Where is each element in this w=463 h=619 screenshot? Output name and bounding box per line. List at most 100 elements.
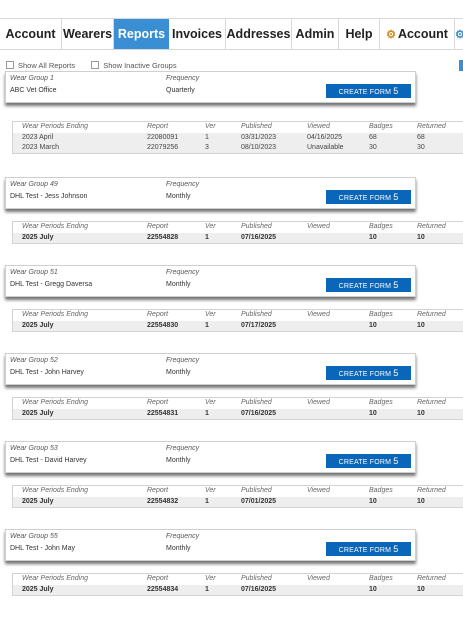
create-form-button[interactable]: CREATE FORM 5	[326, 190, 411, 204]
table-cell: 22554830	[147, 322, 179, 329]
frequency-value: Monthly	[166, 457, 191, 464]
table-header-row: Wear Periods Ending Report Ver Published Vie…	[13, 398, 463, 409]
tab-addresses[interactable]: Addresses	[226, 19, 292, 49]
account-menu[interactable]: ⚙ Account	[380, 19, 455, 49]
table-cell: 22554831	[147, 410, 179, 417]
wear-group-name: DHL Test - John Harvey	[10, 369, 84, 376]
column-header: Badges	[369, 399, 393, 406]
create-form-count: 5	[393, 456, 399, 466]
table-cell: 3	[205, 144, 209, 151]
table-cell: 2023 April	[22, 134, 54, 141]
column-header: Viewed	[307, 311, 330, 318]
wear-group-card: Wear Group 51 DHL Test - Gregg Daversa Fre…	[5, 265, 416, 297]
column-header: Returned	[417, 123, 446, 130]
table-cell: 07/17/2025	[241, 322, 277, 329]
wear-group-card: Wear Group 53 DHL Test - David Harvey Freq…	[5, 441, 416, 473]
show-inactive-groups-option[interactable]: Show Inactive Groups	[91, 61, 177, 70]
column-header: Published	[241, 223, 272, 230]
tab-account[interactable]: Account	[0, 19, 62, 49]
create-form-button[interactable]: CREATE FORM 5	[326, 366, 411, 380]
table-cell: 2025 July	[22, 586, 54, 593]
column-header: Wear Periods Ending	[22, 487, 89, 494]
table-cell: 1	[205, 410, 209, 417]
table-cell: 1	[205, 586, 209, 593]
column-header: Ver	[205, 223, 216, 230]
frequency-label: Frequency	[166, 445, 200, 452]
table-cell: 03/31/2023	[241, 134, 277, 141]
table-cell: 10	[369, 586, 377, 593]
show-inactive-groups-checkbox[interactable]	[91, 61, 100, 69]
wear-group-title: Wear Group 49	[10, 181, 58, 188]
tab-wearers[interactable]: Wearers	[62, 19, 114, 49]
overflow-tab[interactable]: ⚙	[455, 19, 463, 49]
table-cell: 10	[417, 234, 425, 241]
column-header: Returned	[417, 487, 446, 494]
frequency-label: Frequency	[166, 181, 200, 188]
table-cell: 07/16/2025	[241, 586, 277, 593]
wear-group-title: Wear Group 1	[10, 75, 54, 82]
column-header: Published	[241, 575, 272, 582]
table-cell: 30	[369, 144, 377, 151]
table-cell: 10	[417, 586, 425, 593]
wear-group-card: Wear Group 55 DHL Test - John May Frequenc…	[5, 529, 416, 561]
table-cell: 07/16/2025	[241, 410, 277, 417]
show-all-reports-checkbox[interactable]	[6, 61, 14, 69]
table-row[interactable]: 2023 March 22079256 3 08/10/2023 Unavailable…	[13, 143, 463, 153]
column-header: Badges	[369, 575, 393, 582]
create-form-button[interactable]: CREATE FORM 5	[326, 454, 411, 468]
table-cell: 10	[369, 410, 377, 417]
settings-icon: ⚙	[455, 29, 463, 41]
wear-group-card: Wear Group 49 DHL Test - Jess Johnson Freq…	[5, 177, 416, 209]
table-cell: 22554828	[147, 234, 179, 241]
wear-group-card: Wear Group 1 ABC Vet Office Frequency Quart…	[5, 71, 416, 103]
column-header: Badges	[369, 223, 393, 230]
column-header: Returned	[417, 223, 446, 230]
frequency-value: Monthly	[166, 193, 191, 200]
create-form-count: 5	[393, 86, 399, 96]
account-icon: ⚙	[386, 29, 396, 41]
create-form-label: CREATE FORM	[338, 371, 392, 378]
frequency-label: Frequency	[166, 533, 200, 540]
column-header: Viewed	[307, 487, 330, 494]
main-nav: Account Wearers Reports Invoices Address…	[0, 18, 463, 50]
column-header: Report	[147, 223, 169, 230]
table-row[interactable]: 2025 July 22554828 1 07/16/2025 10 10	[13, 233, 463, 243]
table-cell: 10	[369, 498, 377, 505]
table-row[interactable]: 2025 July 22554832 1 07/01/2025 10 10	[13, 497, 463, 507]
column-header: Published	[241, 311, 272, 318]
tab-help[interactable]: Help	[339, 19, 380, 49]
frequency-label: Frequency	[166, 269, 200, 276]
create-form-button[interactable]: CREATE FORM 5	[326, 84, 411, 98]
side-panel-tab[interactable]	[459, 60, 463, 71]
tab-admin[interactable]: Admin	[292, 19, 339, 49]
tab-reports[interactable]: Reports	[114, 19, 169, 49]
create-form-label: CREATE FORM	[338, 89, 392, 96]
create-form-label: CREATE FORM	[338, 547, 392, 554]
column-header: Returned	[417, 311, 446, 318]
create-form-button[interactable]: CREATE FORM 5	[326, 278, 411, 292]
table-row[interactable]: 2023 April 22080091 1 03/31/2023 04/16/2025 6…	[13, 133, 463, 143]
column-header: Wear Periods Ending	[22, 575, 89, 582]
report-table: Wear Periods Ending Report Ver Published Vie…	[12, 121, 463, 154]
create-form-count: 5	[393, 192, 399, 202]
table-cell: 22554834	[147, 586, 179, 593]
create-form-count: 5	[393, 280, 399, 290]
frequency-label: Frequency	[166, 357, 200, 364]
frequency-value: Quarterly	[166, 87, 195, 94]
tab-invoices[interactable]: Invoices	[169, 19, 226, 49]
show-all-reports-option[interactable]: Show All Reports	[6, 61, 75, 70]
table-cell: 10	[417, 322, 425, 329]
table-cell: 1	[205, 498, 209, 505]
table-cell: 68	[369, 134, 377, 141]
create-form-label: CREATE FORM	[338, 195, 392, 202]
table-row[interactable]: 2025 July 22554834 1 07/16/2025 10 10	[13, 585, 463, 595]
table-row[interactable]: 2025 July 22554831 1 07/16/2025 10 10	[13, 409, 463, 419]
table-row[interactable]: 2025 July 22554830 1 07/17/2025 10 10	[13, 321, 463, 331]
frequency-value: Monthly	[166, 281, 191, 288]
column-header: Badges	[369, 123, 393, 130]
wear-group-name: DHL Test - Gregg Daversa	[10, 281, 93, 288]
create-form-button[interactable]: CREATE FORM 5	[326, 542, 411, 556]
create-form-count: 5	[393, 544, 399, 554]
column-header: Returned	[417, 575, 446, 582]
table-cell: 07/16/2025	[241, 234, 277, 241]
